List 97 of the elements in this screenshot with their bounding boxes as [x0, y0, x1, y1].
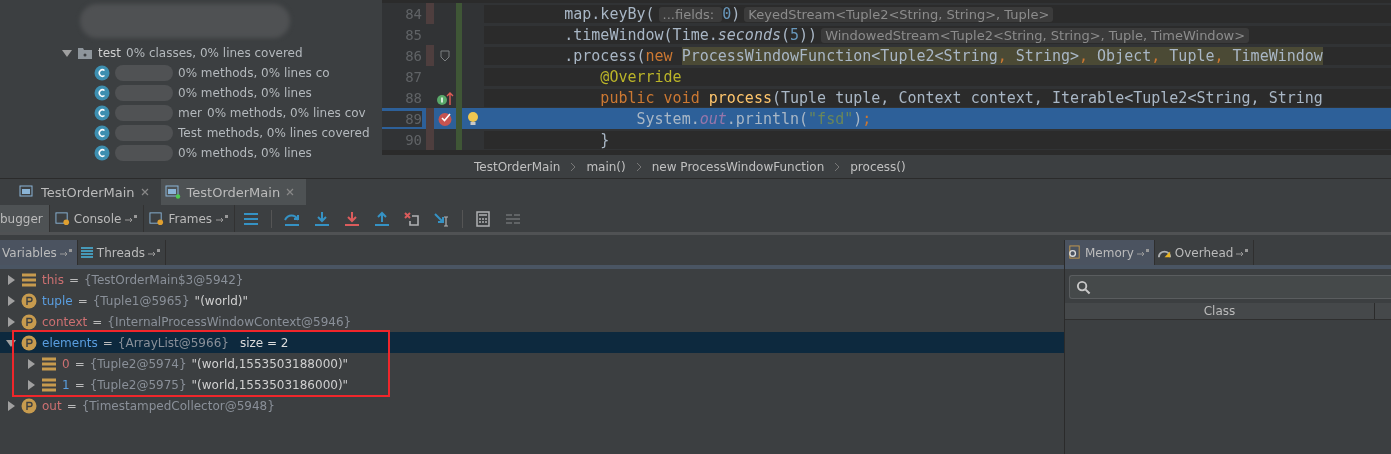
- parameter-icon: [21, 397, 37, 414]
- memory-tab[interactable]: Memory: [1065, 240, 1155, 265]
- variables-tab[interactable]: Threads: [77, 240, 167, 265]
- breadcrumb[interactable]: TestOrderMain: [474, 159, 561, 174]
- memory-icon: [1067, 245, 1082, 260]
- string-value: "(world,1553503188000)": [191, 356, 349, 371]
- window-icon: [19, 185, 35, 199]
- folder-name[interactable]: test: [98, 45, 122, 60]
- equals-sign: =: [74, 377, 85, 392]
- string-value: "(world)": [194, 293, 249, 308]
- pin-icon[interactable]: [1136, 248, 1149, 257]
- equals-sign: =: [92, 314, 103, 329]
- pin-icon[interactable]: [216, 214, 229, 223]
- search-icon: [1076, 279, 1091, 295]
- close-icon[interactable]: [140, 188, 149, 196]
- debug-tab[interactable]: bugger: [0, 205, 50, 232]
- drop-frame-icon[interactable]: [403, 210, 422, 227]
- list-icon: [21, 271, 37, 288]
- variable-name: this: [42, 272, 64, 287]
- step-out-icon[interactable]: [373, 210, 392, 227]
- expand-arrow-icon[interactable]: [62, 47, 72, 58]
- console-icon: [149, 211, 165, 226]
- equals-sign: =: [68, 272, 79, 287]
- parameter-icon: [21, 292, 37, 309]
- run-tab[interactable]: TestOrderMain: [15, 179, 161, 205]
- variable-value: {Tuple2@5975}: [89, 377, 187, 392]
- equals-sign: =: [77, 293, 88, 308]
- step-into-icon[interactable]: [313, 210, 332, 227]
- list-icon: [41, 355, 57, 372]
- close-icon[interactable]: [286, 188, 295, 196]
- pin-icon[interactable]: [1236, 248, 1249, 257]
- variables-tab[interactable]: Variables: [0, 240, 78, 265]
- coverage-stats: 0% classes, 0% lines covered: [126, 45, 303, 60]
- coverage-text: methods, 0% lines covered: [206, 126, 370, 140]
- folder-icon: [77, 45, 93, 60]
- debug-tab[interactable]: Frames: [146, 205, 236, 232]
- expand-arrow-icon[interactable]: [6, 295, 16, 306]
- variable-value: {InternalProcessWindowContext@5946}: [107, 314, 352, 329]
- variable-value: {Tuple2@5974}: [89, 356, 187, 371]
- expand-arrow-icon[interactable]: [6, 274, 16, 285]
- breakpoint-icon[interactable]: [437, 110, 453, 127]
- variable-value: {Tuple1@5965}: [92, 293, 190, 308]
- memory-tab[interactable]: Overhead: [1154, 240, 1255, 265]
- calculator-icon[interactable]: [474, 210, 493, 227]
- menu-icon[interactable]: [242, 210, 261, 227]
- coverage-text: 0% methods, 0% lines cov: [207, 106, 366, 120]
- class-icon: [94, 65, 110, 81]
- fold-icon[interactable]: [440, 49, 450, 62]
- expand-arrow-icon[interactable]: [26, 358, 36, 369]
- window-icon: [164, 185, 181, 199]
- code-line: System.out.println("fsd");: [635, 109, 873, 128]
- chevron-icon: [570, 161, 577, 172]
- debug-tab[interactable]: Console: [51, 205, 145, 232]
- pin-icon[interactable]: [148, 248, 161, 257]
- coverage-text: Test: [178, 126, 202, 140]
- pin-icon[interactable]: [59, 248, 72, 257]
- force-step-into-icon[interactable]: [343, 210, 362, 227]
- coverage-text: 0% methods, 0% lines: [178, 86, 312, 100]
- class-icon: [94, 125, 110, 141]
- variable-name: context: [42, 314, 88, 329]
- variable-name: out: [42, 398, 62, 413]
- expand-arrow-icon[interactable]: [6, 316, 16, 327]
- class-icon: [94, 105, 110, 121]
- variable-name: 1: [62, 377, 70, 392]
- breadcrumb[interactable]: new ProcessWindowFunction: [651, 159, 825, 174]
- expand-arrow-icon[interactable]: [26, 379, 36, 390]
- equals-sign: =: [102, 335, 113, 350]
- coverage-text: 0% methods, 0% lines co: [178, 66, 330, 80]
- variable-value: {TimestampedCollector@5948}: [81, 398, 275, 413]
- breadcrumb[interactable]: main(): [586, 159, 626, 174]
- list-icon: [41, 376, 57, 393]
- chevron-icon: [635, 161, 642, 172]
- expand-arrow-icon[interactable]: [6, 400, 16, 411]
- variable-name: 0: [62, 356, 70, 371]
- coverage-text: mer: [178, 106, 202, 120]
- variable-value: {TestOrderMain$3@5942}: [83, 272, 244, 287]
- class-icon: [94, 145, 110, 161]
- equals-sign: =: [66, 398, 77, 413]
- parameter-icon: [21, 313, 37, 330]
- chevron-icon: [834, 161, 841, 172]
- threads-icon: [79, 245, 94, 260]
- class-icon: [94, 85, 110, 101]
- expand-arrow-icon[interactable]: [6, 337, 16, 348]
- console-icon: [54, 211, 70, 226]
- equals-sign: =: [74, 356, 85, 371]
- size-label: size = 2: [239, 335, 289, 350]
- string-value: "(world,1553503186000)": [191, 377, 349, 392]
- breadcrumb[interactable]: process(): [850, 159, 906, 174]
- variable-name: elements: [42, 335, 98, 350]
- parameter-icon: [21, 334, 37, 351]
- run-tab[interactable]: TestOrderMain: [160, 179, 307, 205]
- pin-icon[interactable]: [125, 214, 138, 223]
- coverage-text: 0% methods, 0% lines: [178, 146, 312, 160]
- variable-name: tuple: [42, 293, 73, 308]
- search-field[interactable]: [1069, 275, 1391, 299]
- variable-value: {ArrayList@5966}: [117, 335, 229, 350]
- lightbulb-icon[interactable]: [467, 110, 479, 127]
